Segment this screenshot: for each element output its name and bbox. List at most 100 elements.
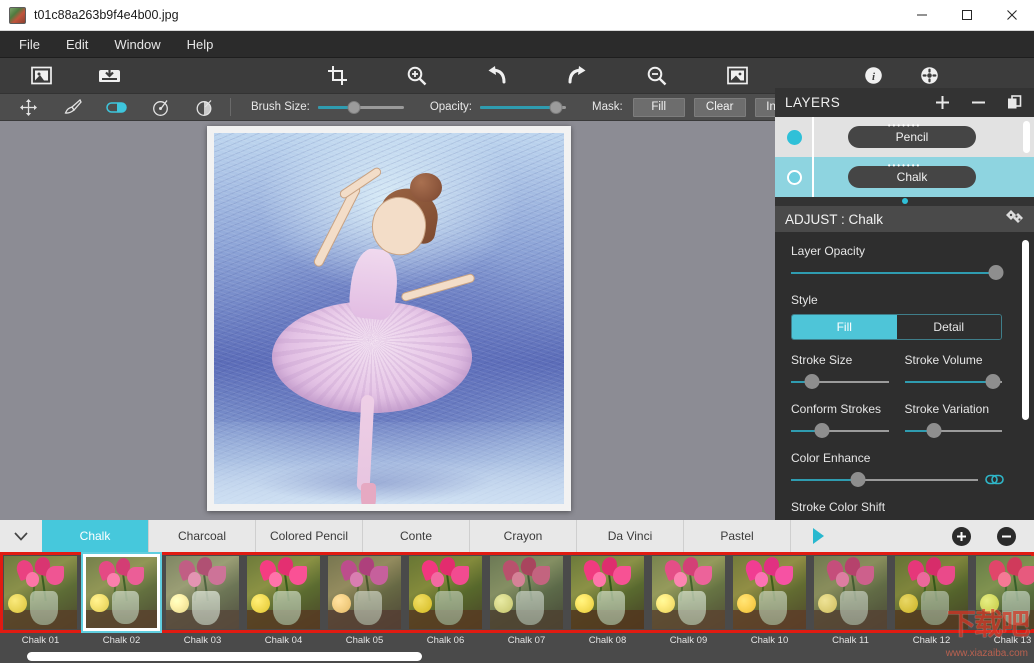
- preset-thumbnail[interactable]: [810, 552, 891, 633]
- link-icon[interactable]: [985, 473, 1004, 491]
- style-option-fill[interactable]: Fill: [792, 315, 897, 339]
- remove-layer-button[interactable]: [968, 93, 988, 113]
- duplicate-layer-button[interactable]: [1004, 93, 1024, 113]
- adjust-title: ADJUST : Chalk: [785, 211, 884, 227]
- artboard[interactable]: [207, 126, 571, 511]
- preset-thumbnails: [0, 552, 1034, 633]
- color-enhance-knob[interactable]: [850, 472, 866, 487]
- add-preset-button[interactable]: [952, 526, 971, 546]
- stroke-size-slider[interactable]: [791, 374, 889, 389]
- move-tool-icon[interactable]: [16, 97, 40, 118]
- preset-thumbnail[interactable]: [891, 552, 972, 633]
- mask-label: Mask:: [592, 101, 623, 113]
- layers-title: LAYERS: [785, 95, 841, 110]
- close-button[interactable]: [989, 0, 1034, 31]
- chevron-down-icon[interactable]: [0, 520, 42, 552]
- preset-label: Chalk 08: [588, 635, 627, 646]
- opacity-slider[interactable]: [480, 100, 566, 114]
- preset-thumbnail[interactable]: [729, 552, 810, 633]
- info-icon[interactable]: i: [854, 61, 892, 91]
- redo-icon[interactable]: [558, 61, 596, 91]
- tab-crayon[interactable]: Crayon: [470, 520, 577, 552]
- layer-visibility-toggle[interactable]: [787, 169, 802, 185]
- menu-window[interactable]: Window: [101, 33, 173, 56]
- canvas-area[interactable]: [0, 121, 775, 520]
- title-bar: t01c88a263b9f4e4b00.jpg: [0, 0, 1034, 31]
- tab-conte[interactable]: Conte: [363, 520, 470, 552]
- dice-icon[interactable]: [1005, 209, 1024, 230]
- window-title: t01c88a263b9f4e4b00.jpg: [34, 8, 179, 22]
- stroke-volume-slider[interactable]: [904, 374, 1002, 389]
- preset-thumbnail[interactable]: [648, 552, 729, 633]
- adjust-body: Layer Opacity Style Fill Detail Stroke S…: [775, 232, 1034, 529]
- stroke-variation-label: Stroke Variation: [904, 402, 990, 416]
- add-layer-button[interactable]: [932, 93, 952, 113]
- remove-preset-button[interactable]: [997, 526, 1016, 546]
- brush-tool-icon[interactable]: [60, 97, 84, 118]
- undo-icon[interactable]: [478, 61, 516, 91]
- layer-opacity-slider[interactable]: [791, 265, 1004, 280]
- preset-label: Chalk 10: [750, 635, 789, 646]
- preset-thumbnail[interactable]: [162, 552, 243, 633]
- menu-edit[interactable]: Edit: [53, 33, 101, 56]
- smudge-tool-icon[interactable]: [148, 97, 172, 118]
- tab-colored-pencil[interactable]: Colored Pencil: [256, 520, 363, 552]
- preset-label: Chalk 04: [264, 635, 303, 646]
- conform-strokes-knob[interactable]: [814, 423, 830, 438]
- preset-thumbnail[interactable]: [972, 552, 1034, 633]
- preset-label: Chalk 06: [426, 635, 465, 646]
- blend-tool-icon[interactable]: [192, 97, 216, 118]
- stroke-variation-slider[interactable]: [904, 423, 1002, 438]
- tab-da-vinci[interactable]: Da Vinci: [577, 520, 684, 552]
- artwork-image: [214, 133, 564, 504]
- crop-icon[interactable]: [318, 61, 356, 91]
- preset-thumbnail[interactable]: [324, 552, 405, 633]
- preset-thumbnail[interactable]: [81, 552, 162, 633]
- layer-page-indicator: [775, 197, 1034, 206]
- preset-horizontal-scrollbar[interactable]: [0, 650, 1034, 663]
- eraser-tool-icon[interactable]: [104, 97, 128, 118]
- tab-chalk[interactable]: Chalk: [42, 520, 149, 552]
- layer-drag-handle[interactable]: •••••••: [888, 122, 922, 130]
- conform-strokes-slider[interactable]: [791, 423, 889, 438]
- preset-thumbnail[interactable]: [486, 552, 567, 633]
- layer-opacity-knob[interactable]: [988, 265, 1004, 280]
- stroke-volume-knob[interactable]: [985, 374, 1001, 389]
- zoom-in-icon[interactable]: [398, 61, 436, 91]
- preset-thumbnail[interactable]: [243, 552, 324, 633]
- stroke-variation-knob[interactable]: [926, 423, 942, 438]
- preset-thumbnail-strip: Chalk 01 Chalk 02 Chalk 03 Chalk 04 Chalk 05…: [0, 552, 1034, 663]
- layer-row[interactable]: ••••••• Pencil: [775, 117, 1034, 157]
- preset-scroll-thumb[interactable]: [27, 652, 422, 661]
- menu-help[interactable]: Help: [174, 33, 227, 56]
- adjust-scrollbar[interactable]: [1022, 240, 1029, 420]
- layer-visibility-toggle[interactable]: [787, 129, 802, 145]
- layer-row[interactable]: ••••••• Chalk: [775, 157, 1034, 197]
- preset-label: Chalk 01: [21, 635, 60, 646]
- color-enhance-slider[interactable]: [791, 472, 978, 487]
- layer-scrollbar[interactable]: [1023, 121, 1030, 153]
- maximize-button[interactable]: [944, 0, 989, 31]
- opacity-label: Opacity:: [429, 101, 472, 113]
- brush-size-knob[interactable]: [347, 100, 361, 114]
- preset-thumbnail[interactable]: [0, 552, 81, 633]
- opacity-knob[interactable]: [549, 100, 563, 114]
- brush-size-slider[interactable]: [317, 100, 404, 114]
- save-image-icon[interactable]: [90, 61, 128, 91]
- minimize-button[interactable]: [899, 0, 944, 31]
- zoom-out-icon[interactable]: [638, 61, 676, 91]
- tab-charcoal[interactable]: Charcoal: [149, 520, 256, 552]
- stroke-size-knob[interactable]: [804, 374, 820, 389]
- play-icon[interactable]: [791, 520, 845, 552]
- settings-icon[interactable]: [910, 61, 948, 91]
- style-option-detail[interactable]: Detail: [896, 315, 1001, 339]
- tab-pastel[interactable]: Pastel: [684, 520, 791, 552]
- open-image-icon[interactable]: [22, 61, 60, 91]
- fit-image-icon[interactable]: [718, 61, 756, 91]
- mask-fill-button[interactable]: Fill: [632, 97, 685, 117]
- menu-file[interactable]: File: [6, 33, 53, 56]
- layer-drag-handle[interactable]: •••••••: [888, 162, 922, 170]
- preset-thumbnail[interactable]: [405, 552, 486, 633]
- mask-clear-button[interactable]: Clear: [693, 97, 746, 117]
- preset-thumbnail[interactable]: [567, 552, 648, 633]
